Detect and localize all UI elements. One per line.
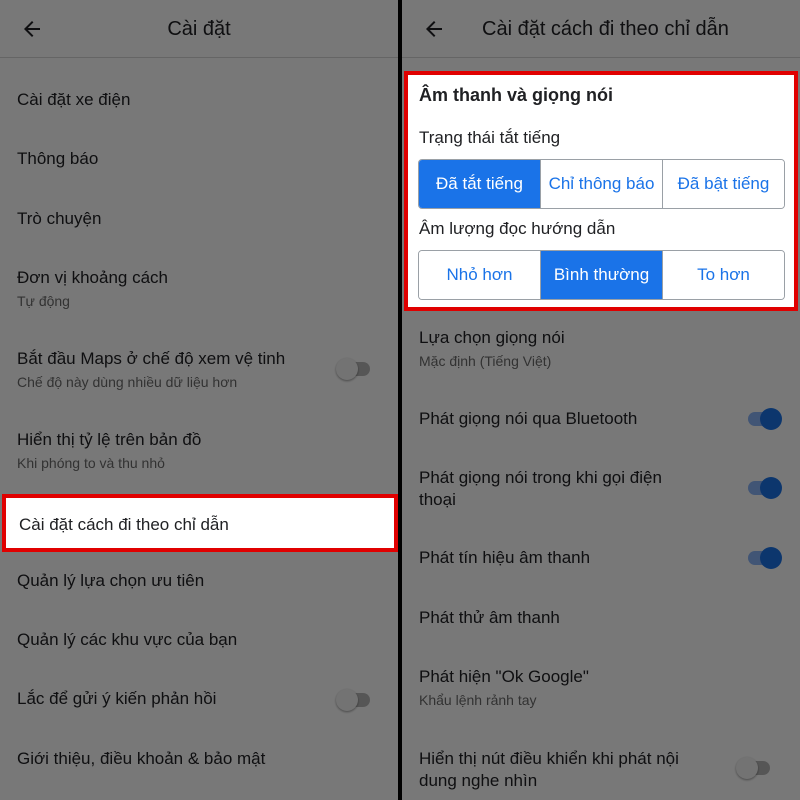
media-controls-toggle[interactable] xyxy=(736,757,772,779)
item-title: Trò chuyện xyxy=(17,209,102,228)
section-title: Âm thanh và giọng nói xyxy=(419,85,613,105)
settings-item-voice-selection[interactable]: Lựa chọn giọng nói Mặc định (Tiếng Việt) xyxy=(402,327,800,370)
settings-item-test-sound[interactable]: Phát thử âm thanh xyxy=(402,607,800,629)
volume-option-normal[interactable]: Bình thường xyxy=(541,251,663,299)
item-title: Phát tín hiệu âm thanh xyxy=(419,548,591,567)
item-title-line2: thoại xyxy=(419,490,456,509)
toggle-knob xyxy=(760,408,782,430)
settings-item-ok-google[interactable]: Phát hiện "Ok Google" Khẩu lệnh rảnh tay xyxy=(402,666,800,709)
item-title: Quản lý lựa chọn ưu tiên xyxy=(17,571,205,590)
item-title: Phát thử âm thanh xyxy=(419,608,560,627)
item-title: Phát giọng nói trong khi gọi điện xyxy=(419,468,662,487)
item-title: Giới thiệu, điều khoản & bảo mật xyxy=(17,749,266,768)
settings-item-ev[interactable]: Cài đặt xe điện xyxy=(0,89,398,111)
item-title: Phát hiện "Ok Google" xyxy=(419,667,589,686)
item-title: Phát giọng nói qua Bluetooth xyxy=(419,409,638,428)
item-title: Thông báo xyxy=(17,149,99,168)
settings-item-distance-units[interactable]: Đơn vị khoảng cách Tự động xyxy=(0,267,398,310)
mute-state-label: Trạng thái tắt tiếng xyxy=(419,128,561,147)
settings-item-your-places[interactable]: Quản lý các khu vực của bạn xyxy=(0,629,398,651)
settings-item-map-scale[interactable]: Hiển thị tỷ lệ trên bản đồ Khi phóng to … xyxy=(0,429,398,472)
settings-item-bluetooth-voice[interactable]: Phát giọng nói qua Bluetooth xyxy=(402,408,800,430)
settings-item-audio-cues[interactable]: Phát tín hiệu âm thanh xyxy=(402,547,800,569)
mute-option-muted[interactable]: Đã tắt tiếng xyxy=(419,160,541,208)
item-title: Cài đặt cách đi theo chỉ dẫn xyxy=(19,515,229,534)
mute-state-segmented-control: Đã tắt tiếng Chỉ thông báo Đã bật tiếng xyxy=(418,159,785,209)
item-title: Hiển thị tỷ lệ trên bản đồ xyxy=(17,430,202,449)
page-title: Cài đặt xyxy=(167,18,231,40)
page-title: Cài đặt cách đi theo chỉ dẫn xyxy=(482,18,729,40)
dim-overlay xyxy=(0,0,398,800)
settings-item-notifications[interactable]: Thông báo xyxy=(0,148,398,170)
shake-feedback-toggle[interactable] xyxy=(336,689,372,711)
item-title: Quản lý các khu vực của bạn xyxy=(17,630,238,649)
settings-panel: Cài đặt Cài đặt xe điện Thông báo Trò ch… xyxy=(0,0,398,800)
volume-label: Âm lượng đọc hướng dẫn xyxy=(419,219,616,238)
app-bar: Cài đặt cách đi theo chỉ dẫn xyxy=(402,0,800,58)
settings-item-about[interactable]: Giới thiệu, điều khoản & bảo mật xyxy=(0,748,398,770)
mute-option-alerts-only[interactable]: Chỉ thông báo xyxy=(541,160,663,208)
app-bar: Cài đặt xyxy=(0,0,398,58)
toggle-knob xyxy=(760,477,782,499)
settings-item-voice-during-calls[interactable]: Phát giọng nói trong khi gọi điện thoại xyxy=(402,467,800,511)
sound-voice-section-highlighted: Âm thanh và giọng nói Trạng thái tắt tiế… xyxy=(404,71,798,311)
bluetooth-voice-toggle[interactable] xyxy=(746,408,782,430)
settings-item-preferences[interactable]: Quản lý lựa chọn ưu tiên xyxy=(0,570,398,592)
item-subtitle: Khi phóng to và thu nhỏ xyxy=(17,455,165,471)
item-subtitle: Khẩu lệnh rảnh tay xyxy=(419,692,537,708)
item-subtitle: Tự động xyxy=(17,293,70,309)
voice-during-calls-toggle[interactable] xyxy=(746,477,782,499)
toggle-knob xyxy=(336,689,358,711)
toggle-knob xyxy=(760,547,782,569)
mute-option-unmuted[interactable]: Đã bật tiếng xyxy=(663,160,784,208)
volume-segmented-control: Nhỏ hơn Bình thường To hơn xyxy=(418,250,785,300)
item-title: Đơn vị khoảng cách xyxy=(17,268,169,287)
item-title: Cài đặt xe điện xyxy=(17,90,131,109)
settings-item-chat[interactable]: Trò chuyện xyxy=(0,208,398,230)
navigation-settings-panel: Cài đặt cách đi theo chỉ dẫn Lựa chọn gi… xyxy=(402,0,800,800)
satellite-toggle[interactable] xyxy=(336,358,372,380)
toggle-knob xyxy=(336,358,358,380)
item-title: Lựa chọn giọng nói xyxy=(419,328,565,347)
volume-option-louder[interactable]: To hơn xyxy=(663,251,784,299)
arrow-back-icon[interactable] xyxy=(422,17,446,41)
item-subtitle: Mặc định (Tiếng Việt) xyxy=(419,353,552,369)
audio-cues-toggle[interactable] xyxy=(746,547,782,569)
volume-option-softer[interactable]: Nhỏ hơn xyxy=(419,251,541,299)
toggle-knob xyxy=(736,757,758,779)
settings-item-navigation-highlighted[interactable]: Cài đặt cách đi theo chỉ dẫn xyxy=(2,494,398,552)
